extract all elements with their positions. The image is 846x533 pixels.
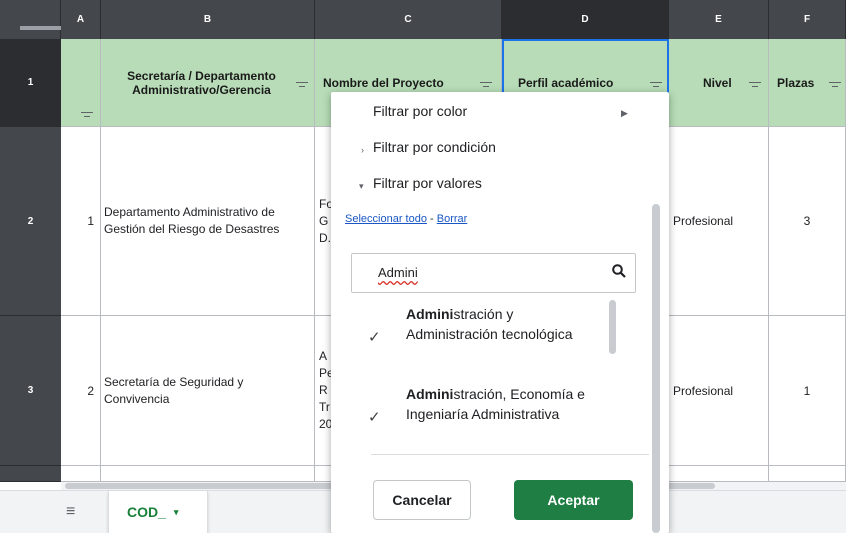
sheet-tab-label: COD_ <box>127 504 166 520</box>
divider <box>371 454 649 455</box>
filter-by-condition[interactable]: Filtrar por condición <box>373 139 496 155</box>
column-header-a[interactable]: A <box>61 0 101 39</box>
header-nivel: Nivel <box>703 75 732 90</box>
row-header-4[interactable] <box>0 466 61 482</box>
cell-a2[interactable]: 1 <box>61 127 101 316</box>
header-secretaria: Secretaría / Departamento Administrativo… <box>127 68 276 97</box>
filter-popup: Filtrar por color ▶ › Filtrar por condic… <box>331 92 669 533</box>
option-match: Admini <box>406 386 454 402</box>
search-icon[interactable] <box>611 263 627 279</box>
cell-b4[interactable] <box>101 466 315 482</box>
row-header-3[interactable]: 3 <box>0 316 61 466</box>
filter-by-values-label: Filtrar por valores <box>373 175 482 191</box>
row-header-1[interactable]: 1 <box>0 39 61 127</box>
select-all-link[interactable]: Seleccionar todo <box>345 213 427 225</box>
filter-by-color[interactable]: Filtrar por color <box>373 103 467 119</box>
filter-option-2[interactable]: ✓ Administración, Economía e Ingeniaría … <box>331 384 631 454</box>
row-header-2[interactable]: 2 <box>0 127 61 316</box>
cell-f1[interactable]: Plazas <box>769 39 846 127</box>
chevron-down-icon: ▾ <box>359 181 364 191</box>
cell-f4[interactable] <box>769 466 846 482</box>
column-header-d[interactable]: D <box>502 0 669 39</box>
header-nombre-proyecto: Nombre del Proyecto <box>323 75 444 90</box>
accept-button[interactable]: Aceptar <box>514 480 633 520</box>
cell-a3[interactable]: 2 <box>61 316 101 466</box>
cell-e1[interactable]: Nivel <box>669 39 769 127</box>
column-header-b[interactable]: B <box>101 0 315 39</box>
sheet-tab-cod[interactable]: COD_ ▾ <box>108 491 208 533</box>
chevron-down-icon[interactable]: ▾ <box>174 507 179 518</box>
filter-icon[interactable] <box>650 81 662 90</box>
filter-by-values[interactable]: Filtrar por valores <box>373 175 482 191</box>
option-label: Administración, Economía e Ingeniaría Ad… <box>406 384 606 424</box>
search-value: Admini <box>378 265 418 280</box>
popup-scrollbar[interactable] <box>652 204 660 533</box>
filter-icon[interactable] <box>81 111 93 120</box>
filter-by-color-label: Filtrar por color <box>373 103 468 119</box>
cell-f2[interactable]: 3 <box>769 127 846 316</box>
filter-icon[interactable] <box>749 81 761 90</box>
select-links: Seleccionar todo - Borrar <box>345 213 467 225</box>
cell-e2[interactable]: Profesional <box>669 127 769 316</box>
header-plazas: Plazas <box>777 75 815 90</box>
cell-b1[interactable]: Secretaría / Departamento Administrativo… <box>101 39 315 127</box>
cell-text: Secretaría de Seguridad y Convivencia <box>104 374 244 406</box>
select-all-corner[interactable] <box>0 0 61 39</box>
header-perfil-academico: Perfil académico <box>518 76 614 90</box>
filter-search-input[interactable]: Admini <box>351 253 636 293</box>
option-match: Admini <box>406 306 454 322</box>
filter-by-condition-label: Filtrar por condición <box>373 139 496 155</box>
options-scrollbar[interactable] <box>609 300 616 354</box>
check-icon: ✓ <box>368 409 381 426</box>
cell-a4[interactable] <box>61 466 101 482</box>
cell-e3[interactable]: Profesional <box>669 316 769 466</box>
column-header-c[interactable]: C <box>315 0 502 39</box>
check-icon: ✓ <box>368 329 381 346</box>
filter-icon[interactable] <box>296 81 308 90</box>
chevron-right-icon: › <box>361 145 364 155</box>
all-sheets-menu-icon[interactable]: ≡ <box>66 504 75 520</box>
filter-icon[interactable] <box>829 81 841 90</box>
option-label: Administración y Administración tecnológ… <box>406 304 606 344</box>
cell-b3[interactable]: Secretaría de Seguridad y Convivencia <box>101 316 315 466</box>
cell-text: Departamento Administrativo de Gestión d… <box>104 205 280 236</box>
cancel-button[interactable]: Cancelar <box>373 480 471 520</box>
cell-f3[interactable]: 1 <box>769 316 846 466</box>
filter-option-1[interactable]: ✓ Administración y Administración tecnol… <box>331 304 631 374</box>
filter-icon[interactable] <box>480 81 492 90</box>
cell-b2[interactable]: Departamento Administrativo de Gestión d… <box>101 127 315 316</box>
link-separator: - <box>430 213 434 225</box>
cell-e4[interactable] <box>669 466 769 482</box>
column-header-f[interactable]: F <box>769 0 846 39</box>
clear-link[interactable]: Borrar <box>437 213 468 225</box>
cell-a1[interactable] <box>61 39 101 127</box>
column-header-e[interactable]: E <box>669 0 769 39</box>
chevron-right-icon: ▶ <box>621 108 628 118</box>
